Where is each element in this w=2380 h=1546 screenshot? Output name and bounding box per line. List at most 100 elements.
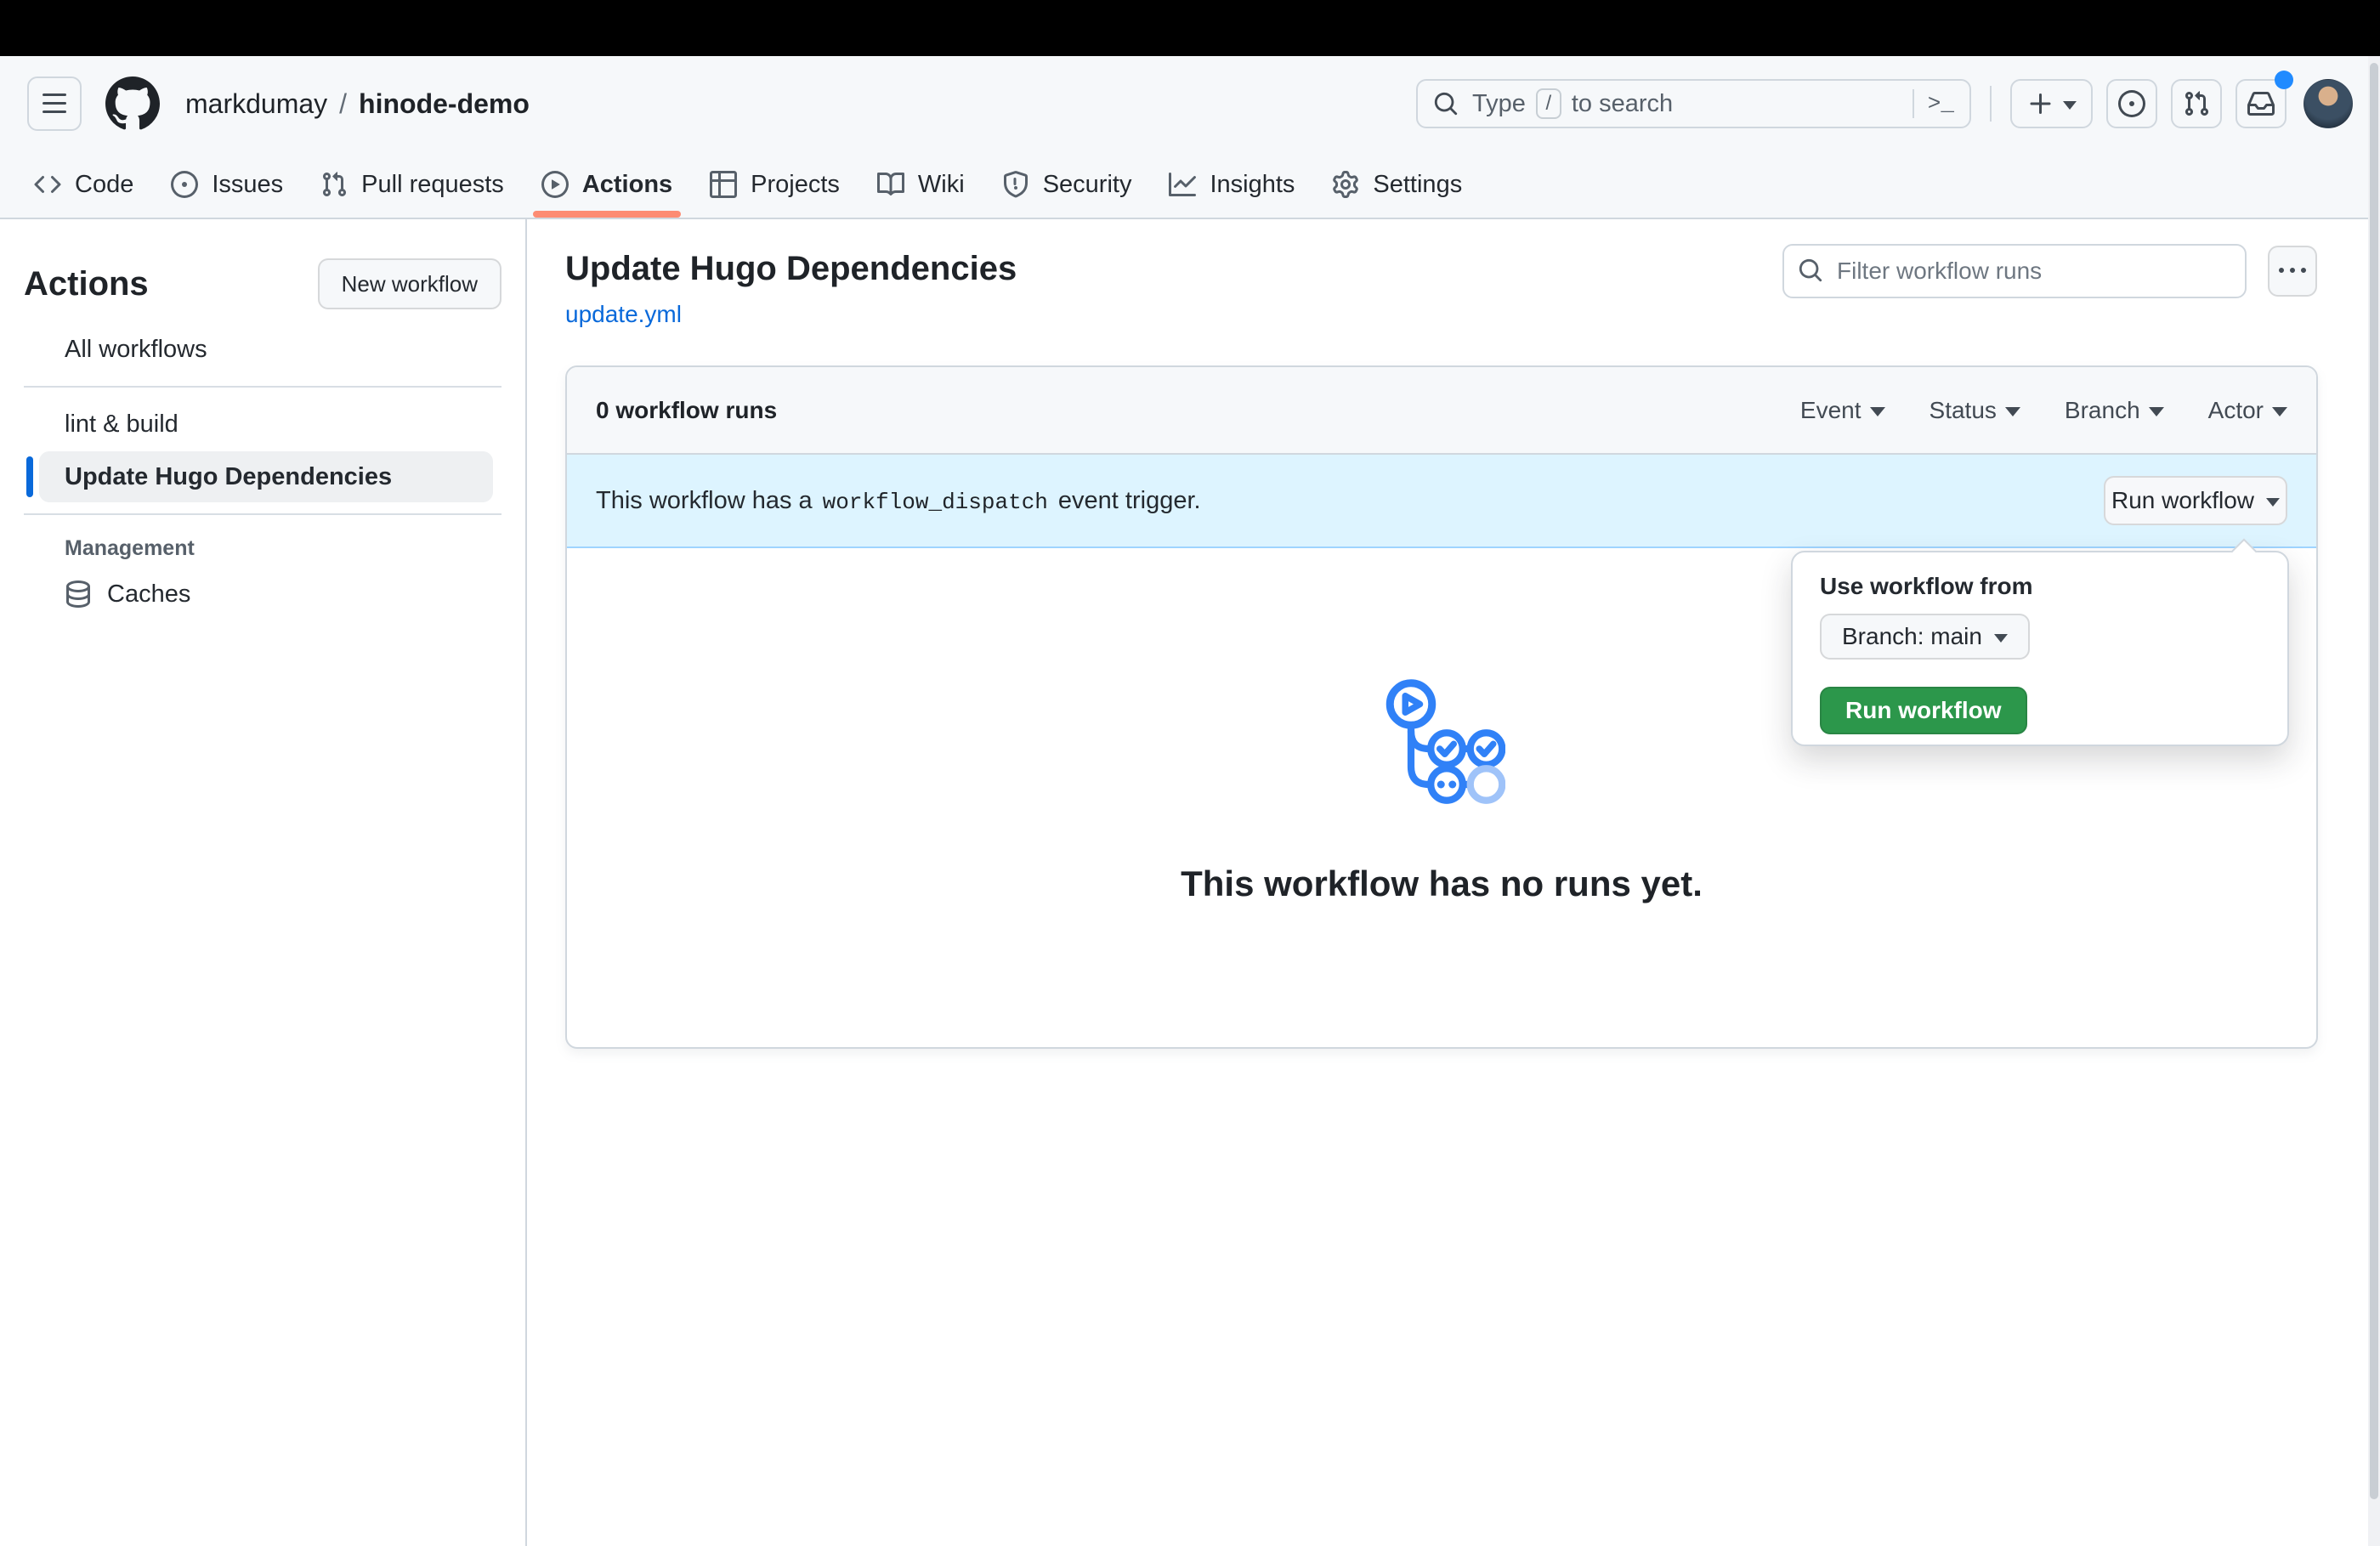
run-workflow-dropdown-button[interactable]: Run workflow (2104, 476, 2287, 525)
page-title: Update Hugo Dependencies (565, 250, 1017, 288)
tab-projects[interactable]: Projects (694, 151, 855, 218)
tab-label: Wiki (918, 171, 965, 199)
tab-issues[interactable]: Issues (156, 151, 298, 218)
layout: Actions New workflow All workflows lint … (0, 219, 2380, 1546)
tab-label: Settings (1373, 171, 1462, 199)
run-workflow-popover: Use workflow from Branch: main Run workf… (1791, 551, 2289, 746)
global-search-input[interactable]: Type / to search >_ (1416, 79, 1971, 128)
search-icon (1798, 258, 1823, 283)
table-icon (710, 171, 737, 198)
notifications-wrap (2236, 79, 2286, 128)
breadcrumb-owner-link[interactable]: markdumay (185, 88, 327, 120)
run-workflow-submit-button[interactable]: Run workflow (1820, 687, 2027, 734)
github-logo-icon[interactable] (105, 76, 160, 131)
tab-label: Security (1043, 171, 1132, 199)
issue-opened-icon (2118, 90, 2145, 117)
sidebar-item-all-workflows[interactable]: All workflows (39, 324, 493, 375)
filter-label: Status (1930, 397, 1997, 424)
filter-workflow-runs-input[interactable] (1782, 244, 2247, 298)
avatar[interactable] (2304, 79, 2353, 128)
scrollbar-thumb[interactable] (2370, 63, 2378, 1499)
tab-label: Insights (1210, 171, 1295, 199)
filter-event-dropdown[interactable]: Event (1800, 397, 1885, 424)
filter-actor-dropdown[interactable]: Actor (2208, 397, 2287, 424)
sidebar-item-label: All workflows (65, 336, 207, 364)
tab-insights[interactable]: Insights (1153, 151, 1310, 218)
filter-label: Event (1800, 397, 1862, 424)
tab-label: Issues (212, 171, 283, 199)
tab-label: Code (75, 171, 133, 199)
filter-status-dropdown[interactable]: Status (1930, 397, 2020, 424)
create-new-button[interactable] (2010, 79, 2093, 128)
triangle-down-icon (2063, 101, 2077, 110)
filter-branch-dropdown[interactable]: Branch (2065, 397, 2164, 424)
actions-sidebar: Actions New workflow All workflows lint … (0, 219, 527, 1546)
play-icon (541, 171, 569, 198)
new-workflow-button[interactable]: New workflow (318, 258, 502, 309)
filter-label: Actor (2208, 397, 2264, 424)
triangle-down-icon (2005, 407, 2020, 416)
sidebar-item-label: lint & build (65, 411, 178, 439)
git-pull-request-icon (320, 171, 348, 198)
run-workflow-label: Run workflow (2111, 487, 2254, 514)
top-black-bar (0, 0, 2380, 56)
management-section-label: Management (39, 528, 493, 569)
slash-key-hint: / (1536, 88, 1561, 119)
sidebar-item-label: Update Hugo Dependencies (65, 463, 392, 491)
sidebar-divider (24, 513, 502, 515)
command-palette-icon[interactable]: >_ (1928, 91, 1954, 116)
sidebar-item-update-hugo-dependencies[interactable]: Update Hugo Dependencies (39, 451, 493, 502)
sidebar-title: Actions (24, 265, 149, 303)
banner-text-after: event trigger. (1058, 487, 1201, 515)
plus-icon (2027, 90, 2054, 117)
workflow-list: All workflows lint & build Update Hugo D… (24, 324, 502, 620)
triangle-down-icon (1994, 634, 2008, 643)
scrollbar-track[interactable] (2368, 56, 2380, 1546)
tab-wiki[interactable]: Wiki (862, 151, 980, 218)
inbox-icon (2247, 90, 2275, 117)
workflow-file-link[interactable]: update.yml (565, 301, 682, 328)
issue-opened-icon (171, 171, 198, 198)
header-divider (1990, 86, 1992, 122)
search-right: >_ (1912, 89, 1954, 118)
search-icon (1433, 91, 1459, 116)
hamburger-icon (41, 90, 68, 117)
triangle-down-icon (1870, 407, 1885, 416)
sidebar-item-caches[interactable]: Caches (39, 569, 493, 620)
branch-selector-label: Branch: main (1842, 623, 1982, 650)
tab-actions[interactable]: Actions (526, 151, 688, 218)
search-placeholder-prefix: Type (1472, 90, 1526, 118)
gear-icon (1332, 171, 1359, 198)
workflow-graph-illustration (1378, 677, 1505, 805)
run-workflow-submit-label: Run workflow (1845, 697, 2002, 724)
filter-wrap (1782, 244, 2247, 298)
popover-heading: Use workflow from (1820, 573, 2260, 600)
tab-security[interactable]: Security (987, 151, 1148, 218)
code-icon (34, 171, 61, 198)
breadcrumb-repo-link[interactable]: hinode-demo (359, 88, 530, 120)
banner-text-before: This workflow has a (596, 487, 813, 515)
banner-code: workflow_dispatch (823, 490, 1048, 515)
empty-state-title: This workflow has no runs yet. (567, 864, 2316, 904)
graph-icon (1169, 171, 1196, 198)
search-placeholder-suffix: to search (1572, 90, 1673, 118)
tab-pull-requests[interactable]: Pull requests (305, 151, 519, 218)
pull-requests-dashboard-button[interactable] (2171, 79, 2222, 128)
runs-panel-header: 0 workflow runs Event Status Branch (567, 367, 2316, 455)
unread-notification-dot (2275, 71, 2293, 89)
workflow-dispatch-banner: This workflow has a workflow_dispatch ev… (567, 455, 2316, 548)
kebab-icon (2279, 258, 2306, 285)
cache-database-icon (65, 580, 92, 608)
sidebar-item-lint-build[interactable]: lint & build (39, 399, 493, 450)
issues-dashboard-button[interactable] (2106, 79, 2157, 128)
search-divider (1912, 89, 1914, 118)
tab-code[interactable]: Code (19, 151, 149, 218)
runs-count: 0 workflow runs (596, 397, 777, 424)
run-filters: Event Status Branch Actor (1800, 397, 2287, 424)
tab-settings[interactable]: Settings (1317, 151, 1477, 218)
hamburger-menu-button[interactable] (27, 76, 82, 131)
github-actions-page: markdumay / hinode-demo Type / to search… (0, 0, 2380, 1546)
workflow-options-kebab-button[interactable] (2268, 246, 2317, 297)
breadcrumb: markdumay / hinode-demo (185, 88, 530, 120)
branch-selector-button[interactable]: Branch: main (1820, 614, 2030, 660)
